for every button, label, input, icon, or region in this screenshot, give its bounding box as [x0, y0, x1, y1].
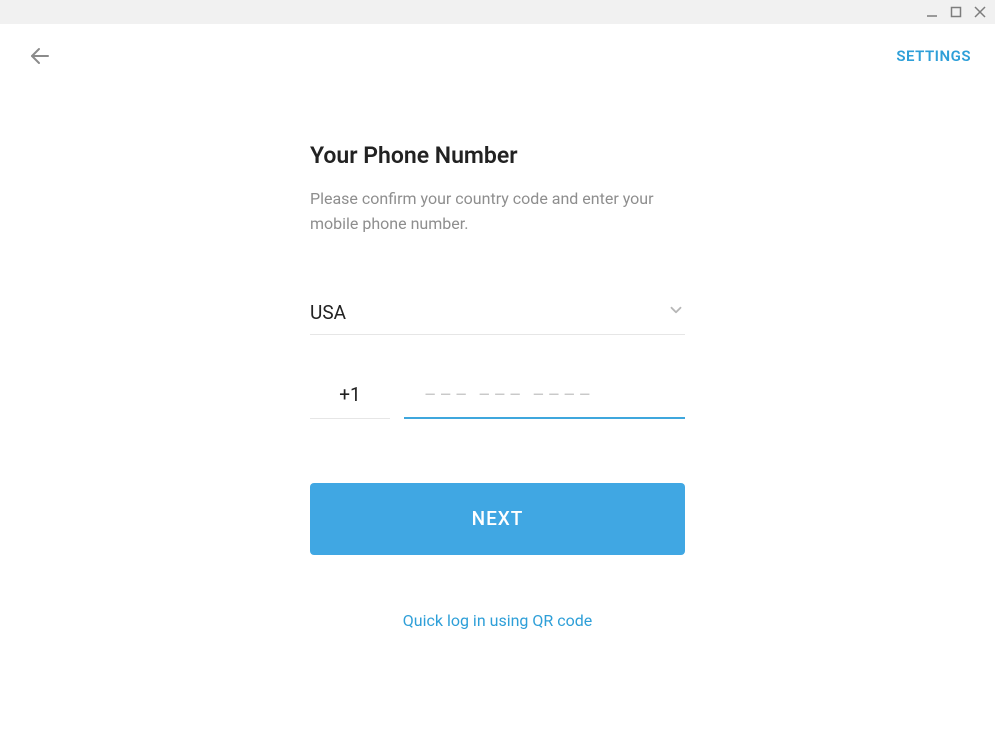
country-code-input[interactable] [310, 375, 390, 419]
back-button[interactable] [24, 40, 56, 72]
minimize-button[interactable] [925, 5, 939, 19]
next-button[interactable]: NEXT [310, 483, 685, 555]
arrow-left-icon [28, 44, 52, 68]
maximize-button[interactable] [949, 5, 963, 19]
topbar: SETTINGS [0, 24, 995, 88]
page-subtitle: Please confirm your country code and ent… [310, 187, 685, 237]
window-titlebar [0, 0, 995, 24]
qr-login-link[interactable]: Quick log in using QR code [310, 611, 685, 630]
settings-link[interactable]: SETTINGS [896, 47, 971, 65]
close-button[interactable] [973, 5, 987, 19]
chevron-down-icon [667, 301, 685, 323]
country-select-label: USA [310, 301, 346, 324]
login-form: Your Phone Number Please confirm your co… [310, 88, 685, 630]
page-title: Your Phone Number [310, 142, 685, 169]
phone-row [310, 375, 685, 419]
phone-number-input[interactable] [404, 375, 685, 419]
country-select[interactable]: USA [310, 301, 685, 335]
